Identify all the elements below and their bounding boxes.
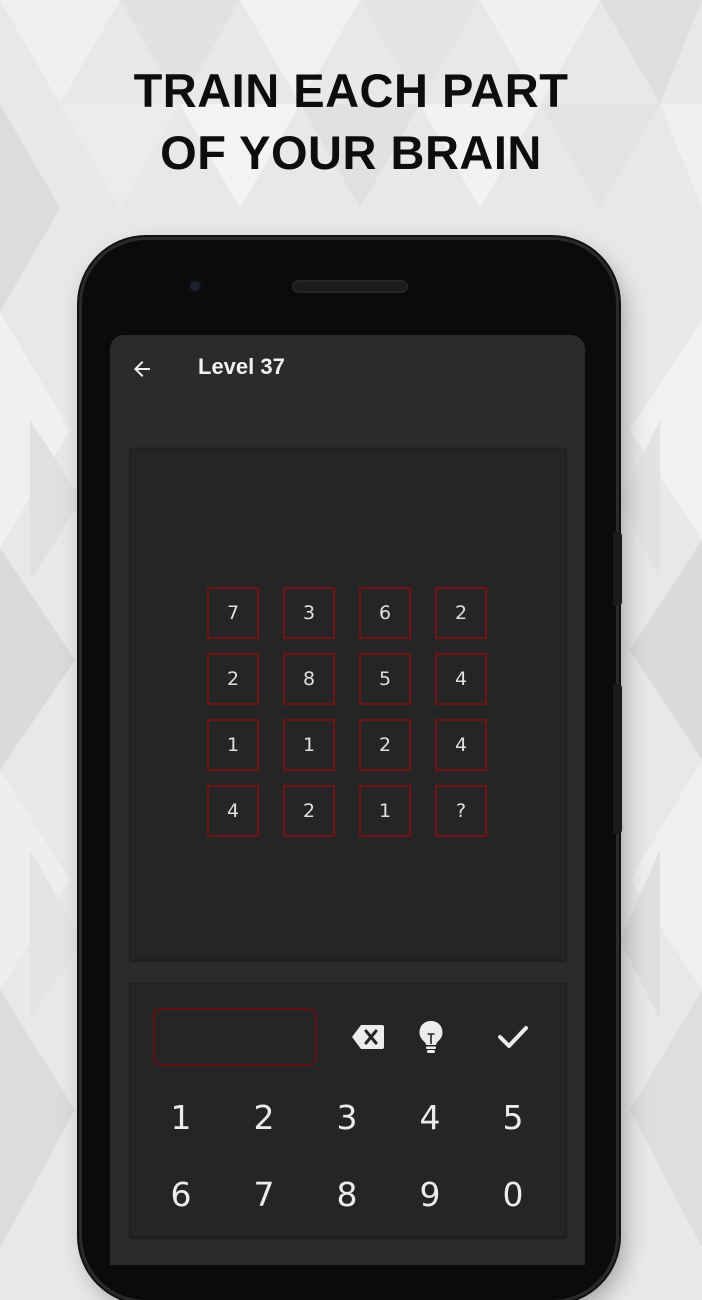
key-5[interactable]: 5	[483, 1089, 543, 1145]
app-bar: Level 37	[110, 335, 585, 403]
phone-speaker	[292, 280, 408, 293]
grid-cell: 2	[359, 719, 411, 771]
grid-cell: 1	[359, 785, 411, 837]
back-button[interactable]	[128, 355, 156, 383]
grid-cell: 2	[435, 587, 487, 639]
key-1[interactable]: 1	[151, 1089, 211, 1145]
grid-cell: 8	[283, 653, 335, 705]
hint-button[interactable]	[409, 1015, 453, 1059]
key-8[interactable]: 8	[317, 1166, 377, 1222]
key-3[interactable]: 3	[317, 1089, 377, 1145]
grid-cell-unknown: ?	[435, 785, 487, 837]
puzzle-card: 7 3 6 2 2 8 5 4 1 1 2 4 4 2 1 ?	[130, 448, 566, 960]
promo-headline: TRAIN EACH PART OF YOUR BRAIN	[0, 60, 702, 184]
grid-cell: 3	[283, 587, 335, 639]
submit-button[interactable]	[491, 1015, 535, 1059]
grid-cell: 2	[283, 785, 335, 837]
grid-cell: 1	[207, 719, 259, 771]
grid-cell: 4	[435, 719, 487, 771]
front-camera	[187, 278, 203, 294]
key-7[interactable]: 7	[234, 1166, 294, 1222]
number-grid: 7 3 6 2 2 8 5 4 1 1 2 4 4 2 1 ?	[207, 587, 487, 837]
key-4[interactable]: 4	[400, 1089, 460, 1145]
grid-cell: 7	[207, 587, 259, 639]
level-title: Level 37	[198, 354, 285, 379]
lightbulb-icon	[419, 1021, 443, 1053]
checkmark-icon	[498, 1026, 528, 1048]
headline-line-1: TRAIN EACH PART	[133, 64, 569, 117]
key-0[interactable]: 0	[483, 1166, 543, 1222]
headline-line-2: OF YOUR BRAIN	[160, 126, 542, 179]
backspace-button[interactable]	[346, 1015, 390, 1059]
grid-cell: 1	[283, 719, 335, 771]
arrow-left-icon	[134, 361, 150, 377]
phone-volume-button	[613, 684, 622, 834]
key-6[interactable]: 6	[151, 1166, 211, 1222]
key-2[interactable]: 2	[234, 1089, 294, 1145]
phone-power-button	[613, 532, 622, 606]
app-screen: Level 37 7 3 6 2 2 8 5 4 1 1 2 4 4 2 1 ?	[110, 335, 585, 1265]
grid-cell: 4	[435, 653, 487, 705]
grid-cell: 2	[207, 653, 259, 705]
grid-cell: 6	[359, 587, 411, 639]
key-9[interactable]: 9	[400, 1166, 460, 1222]
keypad-card: 1 2 3 4 5 6 7 8 9 0	[130, 983, 566, 1237]
grid-cell: 4	[207, 785, 259, 837]
answer-field[interactable]	[153, 1008, 317, 1066]
grid-cell: 5	[359, 653, 411, 705]
backspace-icon	[352, 1025, 384, 1049]
